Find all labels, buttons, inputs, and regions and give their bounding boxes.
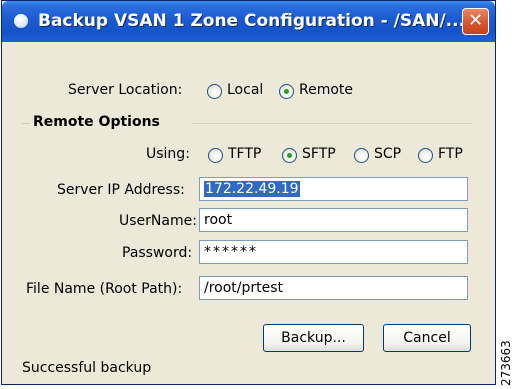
password-input[interactable]: ****** [199,240,468,264]
radio-scp[interactable] [354,148,369,163]
title-bar[interactable]: Backup VSAN 1 Zone Configuration - /SAN/… [2,1,495,42]
username-input[interactable]: root [199,208,468,232]
backup-dialog: Backup VSAN 1 Zone Configuration - /SAN/… [1,0,496,385]
radio-sftp-label[interactable]: SFTP [302,146,336,162]
radio-remote[interactable] [279,84,294,99]
backup-button[interactable]: Backup... [263,324,364,352]
radio-tftp[interactable] [208,148,223,163]
password-label: Password: [122,245,193,261]
radio-local[interactable] [207,84,222,99]
server-ip-value: 172.22.49.19 [204,181,300,197]
window-title: Backup VSAN 1 Zone Configuration - /SAN/… [38,11,466,31]
group-border-right [192,123,472,124]
cancel-button[interactable]: Cancel [383,324,471,352]
radio-remote-label[interactable]: Remote [299,82,353,98]
radio-local-label[interactable]: Local [227,82,263,98]
file-name-input[interactable]: /root/prtest [199,276,468,300]
close-icon: ✕ [467,10,484,31]
radio-tftp-label[interactable]: TFTP [228,146,261,162]
username-label: UserName: [119,213,197,229]
radio-ftp[interactable] [418,148,433,163]
using-label: Using: [146,146,190,162]
file-name-label: File Name (Root Path): [26,281,183,297]
figure-id: 273663 [499,340,513,386]
server-location-label: Server Location: [68,82,183,98]
window-app-icon [14,14,28,28]
server-ip-input[interactable]: 172.22.49.19 [199,177,468,201]
close-button[interactable]: ✕ [462,8,489,35]
status-text: Successful backup [22,360,152,376]
radio-sftp[interactable] [282,148,297,163]
radio-ftp-label[interactable]: FTP [438,146,463,162]
server-ip-label: Server IP Address: [57,182,185,198]
radio-scp-label[interactable]: SCP [374,146,401,162]
group-border-left [22,123,30,124]
remote-options-group-title: Remote Options [33,114,160,130]
